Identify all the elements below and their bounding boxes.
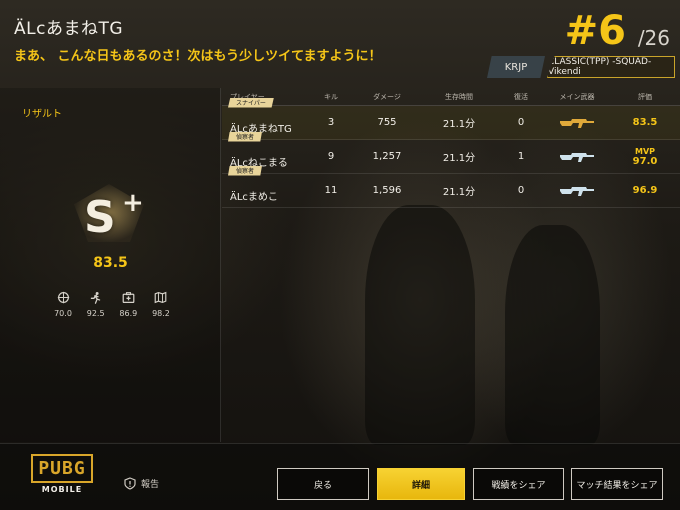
placement-total: /26 (637, 26, 670, 50)
gold-rifle-icon (560, 118, 594, 128)
header-revives: 復活 (514, 92, 528, 101)
stat-value: 98.2 (152, 309, 170, 318)
medkit-icon (122, 292, 135, 303)
stat-value: 92.5 (86, 309, 105, 318)
role-badge: 偵察者 (228, 165, 263, 176)
logo-sub: MOBILE (41, 485, 83, 494)
table-row[interactable]: スナイパー ÄLcあまねTG 3 755 21.1分 0 83.5 (222, 97, 680, 140)
row-survival-time: 21.1分 (442, 119, 476, 130)
header-main-weapon: メイン武器 (559, 92, 595, 101)
team-table: プレイヤー キル ダメージ 生存時間 復活 メイン武器 評価 スナイパー ÄLc… (222, 88, 680, 208)
row-kills: 11 (324, 185, 338, 196)
grade-plus: + (122, 188, 144, 218)
share-match-button[interactable]: マッチ結果をシェア (571, 468, 663, 500)
placement-rank: #6 (564, 8, 626, 54)
report-button[interactable]: 報告 (124, 477, 159, 490)
header-damage: ダメージ (373, 92, 401, 101)
row-damage: 755 (377, 117, 397, 128)
runner-icon (90, 291, 101, 304)
crosshair-icon (57, 291, 69, 304)
table-row[interactable]: 偵察者 ÄLcまめこ 11 1,596 21.1分 0 96.9 (222, 165, 680, 208)
row-survival-time: 21.1分 (442, 153, 476, 164)
role-badge: 偵察者 (228, 131, 263, 142)
stat-value: 70.0 (54, 309, 72, 318)
background-figure-right (505, 225, 600, 445)
mode-tag: CLASSIC(TPP) -SQUAD-Vikendi (547, 56, 675, 78)
row-revives: 1 (517, 151, 525, 162)
row-rating: 96.9 (632, 184, 658, 196)
stat-survival: 92.5 (83, 291, 109, 318)
logo-main: PUBG (31, 454, 93, 483)
back-button[interactable]: 戻る (277, 468, 369, 500)
row-damage: 1,596 (372, 185, 402, 196)
row-player-name: ÄLcまめこ (230, 191, 278, 203)
row-revives: 0 (517, 117, 525, 128)
header-kills: キル (324, 92, 338, 101)
row-damage: 1,257 (372, 151, 402, 162)
grade-letter: S (84, 192, 116, 243)
rifle-icon (560, 152, 594, 162)
stat-support: 86.9 (115, 291, 141, 318)
report-label: 報告 (141, 480, 160, 490)
grade-score: 83.5 (93, 255, 128, 271)
share-stats-button[interactable]: 戦績をシェア (473, 468, 564, 500)
shield-alert-icon (124, 477, 136, 490)
table-header: プレイヤー キル ダメージ 生存時間 復活 メイン武器 評価 (222, 88, 680, 106)
header-rating: 評価 (638, 92, 652, 101)
region-tag: KRJP (487, 56, 545, 78)
row-kills: 9 (327, 151, 335, 162)
stat-combat: 70.0 (50, 291, 76, 318)
result-panel: リザルト S + 83.5 70.0 92.5 86.9 98.2 (0, 88, 221, 442)
table-row[interactable]: 偵察者 ÄLcねこまる 9 1,257 21.1分 1 MVP 97.0 (222, 131, 680, 174)
background-figure-left (365, 205, 475, 445)
role-badge: スナイパー (228, 97, 274, 108)
mvp-label: MVP (634, 146, 655, 156)
pubg-mobile-logo: PUBG MOBILE (30, 454, 94, 502)
rifle-icon (560, 186, 594, 196)
result-message: まあ、 こんな日もあるのさ！次はもう少しツイてますように！ (14, 49, 382, 64)
row-survival-time: 21.1分 (442, 187, 476, 198)
details-button[interactable]: 詳細 (377, 468, 465, 500)
row-kills: 3 (327, 117, 335, 128)
player-name: ÄLcあまねTG (14, 19, 124, 39)
header-survival-time: 生存時間 (445, 92, 473, 101)
map-icon (155, 291, 167, 304)
bottom-bar: PUBG MOBILE 報告 戻る 詳細 戦績をシェア マッチ結果をシェア (0, 443, 680, 510)
stat-value: 86.9 (119, 309, 138, 318)
stat-exploration: 98.2 (148, 291, 174, 318)
result-title: リザルト (22, 109, 62, 120)
stat-breakdown: 70.0 92.5 86.9 98.2 (50, 291, 174, 318)
row-rating: 97.0 (632, 155, 658, 167)
row-revives: 0 (517, 185, 525, 196)
row-rating: 83.5 (632, 116, 658, 128)
